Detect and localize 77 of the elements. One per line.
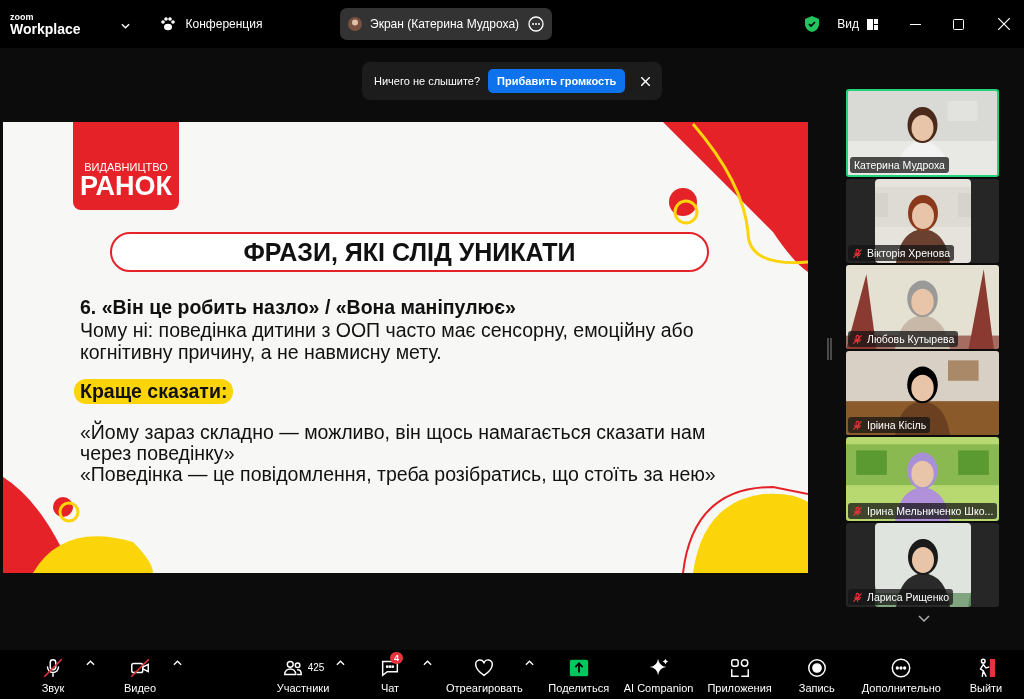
participant-name: Вікторія Хренова <box>848 245 954 261</box>
publisher-logo: ВИДАВНИЦТВО РАНОК <box>73 122 179 210</box>
close-icon <box>998 18 1010 30</box>
muted-mic-icon <box>852 419 863 431</box>
video-tile[interactable]: Іріина Кісіль <box>846 351 999 435</box>
menu-caret[interactable] <box>524 659 534 666</box>
record-icon <box>805 656 828 679</box>
toolbar-button[interactable]: Приложения <box>707 655 772 694</box>
apps-icon <box>728 656 751 679</box>
muted-mic-icon <box>852 505 863 517</box>
slide-paragraph: Чому ні: поведінка дитини з ООП часто має сенсорну, емоційну або когнітивну причину, а не навмисну мету. <box>80 319 695 363</box>
caret-icon <box>524 659 534 666</box>
video-tile[interactable]: Вікторія Хренова <box>846 179 999 263</box>
participant-name: Катерина Мудроха <box>850 157 949 173</box>
participant-name: Любовь Кутырева <box>848 331 959 347</box>
maximize-icon <box>953 18 964 30</box>
toolbar-button[interactable]: 425 Участники <box>272 655 334 694</box>
muted-mic-icon <box>852 333 863 345</box>
scroll-down-button[interactable] <box>918 615 930 622</box>
participant-name: Ірина Мельниченко Шко... <box>848 503 998 519</box>
view-button[interactable]: Вид <box>837 17 878 31</box>
muted-mic-icon <box>852 247 863 259</box>
brand-logo: Workplace <box>10 21 81 36</box>
toolbar-button[interactable]: Запись <box>785 655 848 694</box>
notice-text: Ничего не слышите? <box>374 75 481 87</box>
menu-caret[interactable] <box>120 23 130 29</box>
paw-icon <box>159 17 176 31</box>
dismiss-button[interactable] <box>641 76 651 86</box>
toolbar-button[interactable]: Выйти <box>954 655 1017 694</box>
chevron-down-icon <box>918 615 930 622</box>
quote-text: «Поведінка — це повідомлення, треба розібратись, що стоїть за нею» <box>80 464 717 485</box>
menu-caret[interactable] <box>336 659 345 666</box>
muted-mic-icon <box>42 656 64 679</box>
video-tile[interactable]: Ірина Мельниченко Шко... <box>846 437 999 521</box>
heart-icon <box>473 656 496 679</box>
toolbar-button[interactable]: Отреагировать <box>446 655 523 694</box>
more-icon <box>528 16 544 32</box>
toolbar-button[interactable]: Видео <box>109 655 171 694</box>
brand-logo-small: zoom <box>10 12 35 22</box>
participant-name: Іріина Кісіль <box>848 417 931 433</box>
menu-caret[interactable] <box>86 659 95 666</box>
participant-count: 425 <box>307 662 325 673</box>
quote-text: «Йому зараз складно — можливо, він щось намагається сказати нам через поведінку» <box>80 422 707 464</box>
decorative-circles-drawing <box>53 497 80 523</box>
maximize-button[interactable] <box>953 18 964 30</box>
toolbar-button[interactable]: AI Companion <box>623 655 694 694</box>
camera-off-icon <box>129 656 151 679</box>
caret-icon <box>173 659 182 666</box>
caret-icon <box>423 659 432 666</box>
video-tile[interactable]: Любовь Кутырева <box>846 265 999 349</box>
menu-caret[interactable] <box>173 659 182 666</box>
avatar-icon <box>348 17 362 31</box>
shield-check-icon <box>805 16 820 32</box>
close-button[interactable] <box>998 18 1010 30</box>
close-icon <box>641 76 651 86</box>
decorative-circles-drawing <box>669 188 699 225</box>
chevron-down-icon <box>120 23 130 29</box>
toolbar-button[interactable]: Звук <box>22 655 84 694</box>
unread-badge: 4 <box>390 651 403 664</box>
meeting-title: Конференция <box>185 17 263 31</box>
layout-icon <box>867 18 878 30</box>
video-tile[interactable]: Катерина Мудроха <box>846 89 999 177</box>
caret-icon <box>86 659 95 666</box>
caret-icon <box>336 659 345 666</box>
menu-caret[interactable] <box>423 659 432 666</box>
screen-share-pill[interactable]: Экран (Катерина Мудроха) <box>340 8 552 40</box>
increase-volume-button[interactable]: Прибавить громкость <box>488 69 626 93</box>
toolbar-button[interactable]: Дополнительно <box>861 655 941 694</box>
highlight-label: Краще сказати: <box>74 379 234 404</box>
participant-name: Лариса Рищенко <box>848 589 954 605</box>
more-icon <box>890 656 913 679</box>
toolbar-button[interactable]: Поделиться <box>547 655 610 694</box>
muted-mic-icon <box>852 591 863 603</box>
slide-heading: 6. «Він це робить назло» / «Вона маніпулює» <box>80 296 517 319</box>
resize-handle-icon[interactable] <box>826 338 832 360</box>
video-tile[interactable]: Лариса Рищенко <box>846 523 999 607</box>
slide-title: ФРАЗИ, ЯКІ СЛІД УНИКАТИ <box>110 232 709 272</box>
